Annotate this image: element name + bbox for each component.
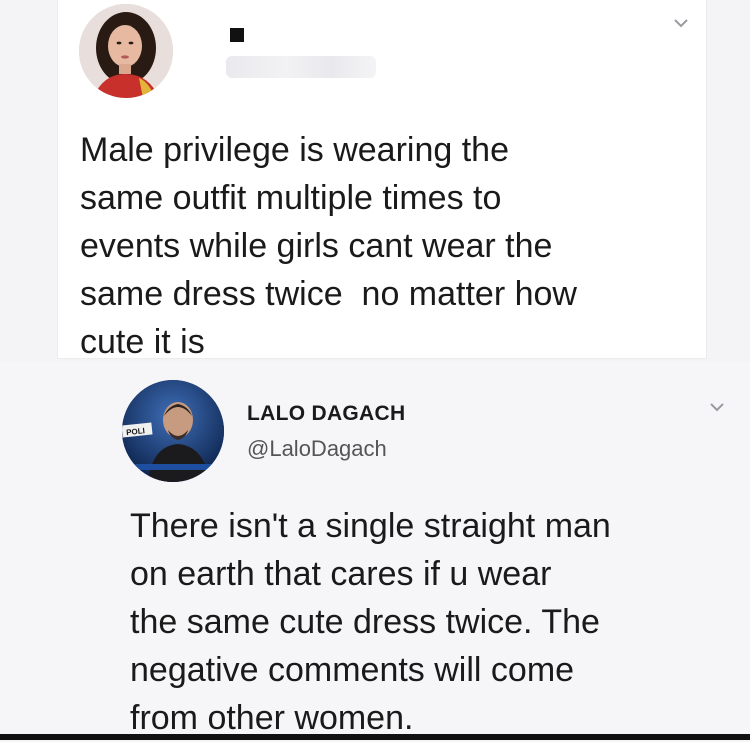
user-handle[interactable]: @LaloDagach (247, 436, 387, 462)
avatar[interactable] (79, 4, 173, 98)
chevron-down-icon[interactable] (706, 396, 728, 418)
chevron-down-icon[interactable] (670, 12, 692, 34)
blurred-username (226, 56, 376, 78)
reply-tweet-card: POLI LALO DAGACH @LaloDagach There isn't… (0, 362, 750, 740)
tweet-text: Male privilege is wearing the same outfi… (80, 131, 577, 361)
profile-photo-woman-icon (79, 4, 173, 98)
avatar[interactable]: POLI (122, 380, 224, 482)
tweet-text: There isn't a single straight man on ear… (130, 507, 611, 737)
redacted-name-block (230, 28, 244, 42)
profile-photo-man-icon: POLI (122, 380, 224, 482)
bottom-divider (0, 734, 750, 740)
original-tweet-card: Male privilege is wearing the same outfi… (58, 0, 706, 361)
display-name[interactable]: LALO DAGACH (247, 402, 405, 426)
